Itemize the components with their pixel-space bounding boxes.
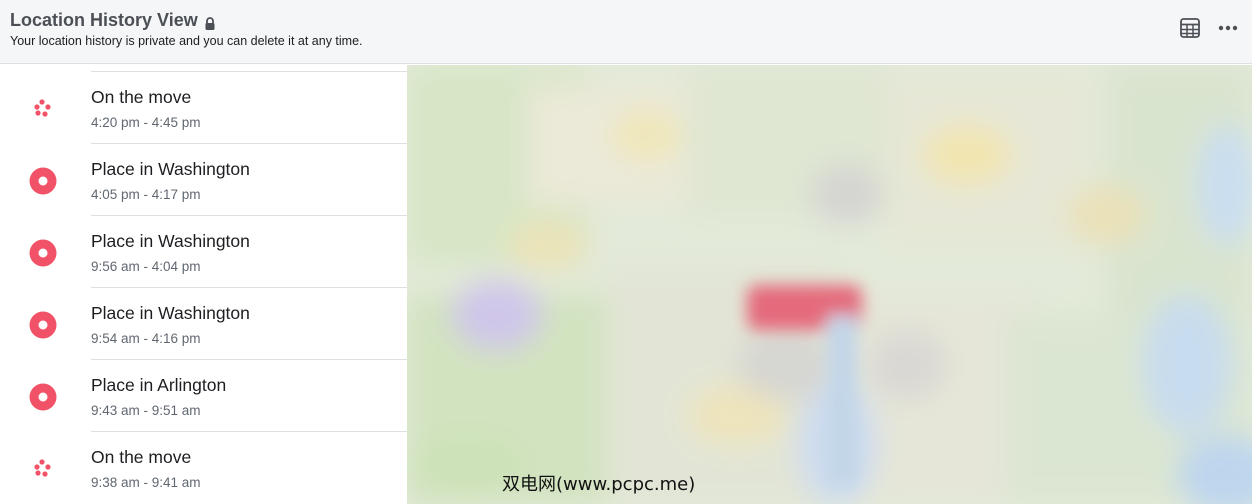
page-title-text: Location History View bbox=[10, 10, 198, 30]
on-the-move-icon bbox=[29, 455, 57, 483]
place-marker-icon bbox=[29, 167, 57, 195]
header-actions bbox=[1178, 16, 1240, 40]
map-canvas[interactable] bbox=[407, 65, 1252, 504]
list-item-title: On the move bbox=[91, 87, 192, 107]
place-marker-icon bbox=[29, 239, 57, 267]
lock-icon bbox=[204, 14, 216, 30]
list-item-title: Place in Washington bbox=[91, 159, 250, 179]
on-the-move-icon bbox=[29, 95, 57, 123]
location-history-list: On the move 4:20 pm - 4:45 pm Place in Was… bbox=[0, 65, 407, 504]
list-item-time: 9:54 am - 4:16 pm bbox=[91, 331, 201, 346]
list-item-time: 9:43 am - 9:51 am bbox=[91, 403, 201, 418]
list-item[interactable]: Place in Arlington 9:43 am - 9:51 am bbox=[0, 360, 407, 432]
more-options-icon[interactable] bbox=[1216, 16, 1240, 40]
list-item[interactable]: Place in Washington 4:05 pm - 4:17 pm bbox=[0, 144, 407, 216]
list-item[interactable]: On the move 4:20 pm - 4:45 pm bbox=[0, 72, 407, 144]
watermark-text: 双电网(www.pcpc.me) bbox=[502, 474, 696, 495]
list-item-title: On the move bbox=[91, 447, 192, 467]
table-view-icon[interactable] bbox=[1178, 16, 1202, 40]
list-item-title: Place in Washington bbox=[91, 231, 250, 251]
place-marker-icon bbox=[29, 311, 57, 339]
list-item[interactable]: On the move 9:38 am - 9:41 am bbox=[0, 432, 407, 504]
list-item-title: Place in Arlington bbox=[91, 375, 227, 395]
list-item-time: 4:20 pm - 4:45 pm bbox=[91, 115, 201, 130]
list-item-time: 4:05 pm - 4:17 pm bbox=[91, 187, 201, 202]
list-item[interactable]: Place in Washington 9:56 am - 4:04 pm bbox=[0, 216, 407, 288]
list-item-time: 9:56 am - 4:04 pm bbox=[91, 259, 201, 274]
list-item-time: 9:38 am - 9:41 am bbox=[91, 475, 201, 490]
page-header: Location History View Your location hist… bbox=[0, 0, 1252, 64]
list-item-title: Place in Washington bbox=[91, 303, 250, 323]
place-marker-icon bbox=[29, 383, 57, 411]
list-item[interactable]: Place in Washington 9:54 am - 4:16 pm bbox=[0, 288, 407, 360]
page-title: Location History View bbox=[10, 10, 216, 31]
map-view[interactable] bbox=[407, 65, 1252, 504]
page-subtitle: Your location history is private and you… bbox=[10, 34, 363, 48]
